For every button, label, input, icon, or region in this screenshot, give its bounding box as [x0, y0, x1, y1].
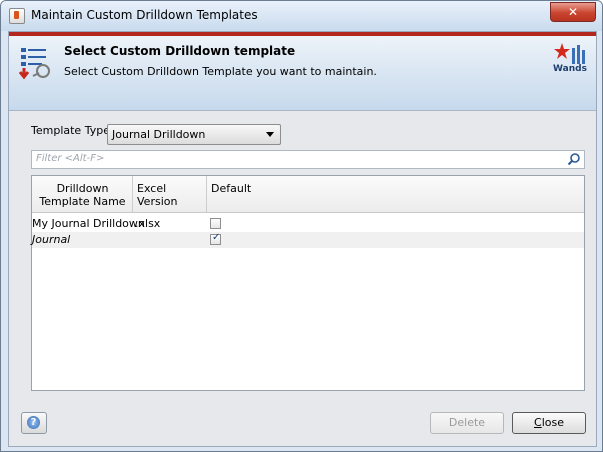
column-header-default[interactable]: Default — [207, 176, 584, 212]
window-close-button[interactable]: ✕ — [550, 2, 596, 22]
wands-logo-label: Wands — [553, 64, 587, 74]
search-icon[interactable] — [567, 152, 581, 166]
column-header-name[interactable]: Drilldown Template Name — [32, 176, 133, 212]
template-type-select[interactable]: Journal Drilldown — [107, 124, 281, 145]
templates-table: Drilldown Template Name Excel Version De… — [31, 175, 585, 391]
header-subtitle: Select Custom Drilldown Template you wan… — [64, 65, 377, 78]
delete-button[interactable]: Delete — [430, 412, 504, 434]
close-button[interactable]: Close — [512, 412, 586, 434]
wands-logo: Wands — [550, 40, 590, 76]
table-row[interactable]: My Journal Drilldown .xlsx — [32, 216, 584, 232]
template-type-value: Journal Drilldown — [112, 128, 206, 141]
column-header-excel-version[interactable]: Excel Version — [133, 176, 207, 212]
header-title: Select Custom Drilldown template — [64, 44, 296, 58]
window-title: Maintain Custom Drilldown Templates — [31, 8, 258, 22]
help-button[interactable]: ? — [21, 412, 47, 434]
filter-placeholder: Filter <Alt-F> — [36, 153, 105, 164]
template-type-label: Template Type — [31, 124, 110, 137]
default-checkbox[interactable] — [210, 232, 221, 245]
close-label-rest: lose — [541, 416, 564, 429]
dialog-header: Select Custom Drilldown template Select … — [9, 36, 596, 111]
wands-logo-icon — [554, 43, 585, 64]
dialog-window: Maintain Custom Drilldown Templates ✕ Se… — [0, 0, 603, 452]
table-row[interactable]: Journal — [32, 232, 584, 248]
excel-version-cell: .xlsx — [135, 217, 161, 230]
default-checkbox[interactable] — [210, 218, 221, 229]
close-mnemonic: C — [534, 416, 542, 429]
help-icon: ? — [27, 416, 40, 429]
chevron-down-icon — [266, 132, 274, 137]
title-bar[interactable]: Maintain Custom Drilldown Templates ✕ — [1, 1, 602, 31]
dialog-client-area: Select Custom Drilldown template Select … — [8, 31, 597, 447]
template-name-cell: Journal — [32, 233, 71, 246]
template-list-icon — [19, 48, 50, 80]
filter-input[interactable]: Filter <Alt-F> — [31, 150, 585, 169]
table-header: Drilldown Template Name Excel Version De… — [32, 176, 584, 213]
template-name-cell: My Journal Drilldown — [32, 217, 145, 230]
app-icon — [9, 8, 25, 24]
